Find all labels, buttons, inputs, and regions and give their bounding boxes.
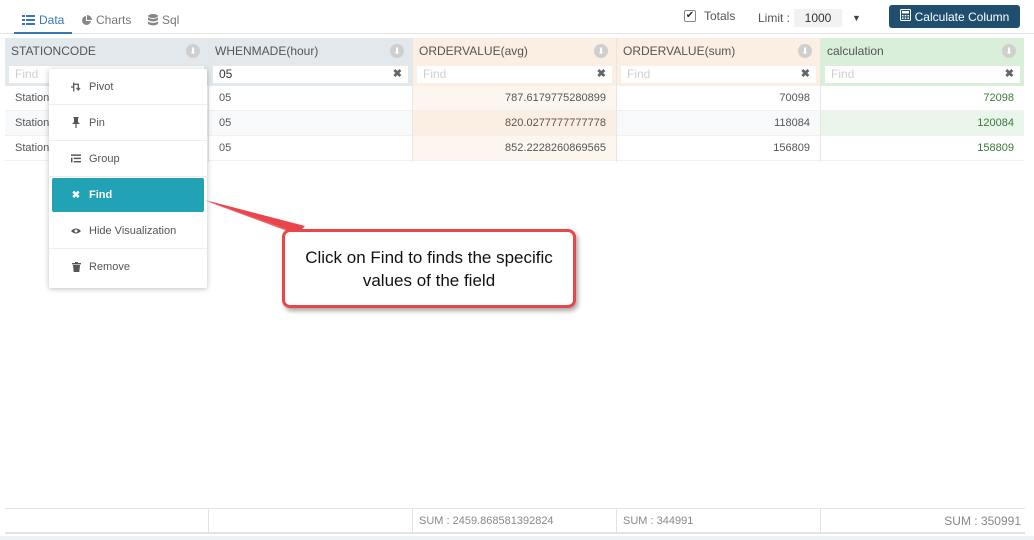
tutorial-callout: Click on Find to finds the specific valu… [282,229,576,308]
callout-text: Click on Find to finds the specific valu… [305,247,553,290]
